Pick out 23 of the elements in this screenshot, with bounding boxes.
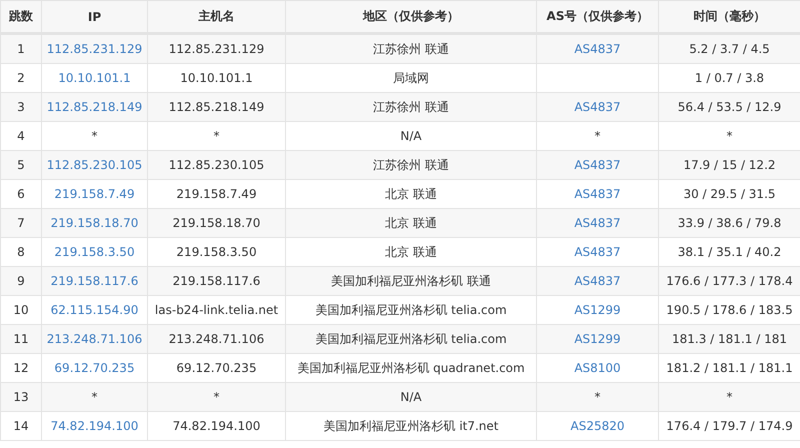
as-link[interactable]: AS4837 bbox=[574, 42, 621, 56]
as-link[interactable]: AS4837 bbox=[574, 216, 621, 230]
as-text: * bbox=[594, 129, 600, 143]
column-header: IP bbox=[42, 0, 148, 34]
as-link[interactable]: AS4837 bbox=[574, 187, 621, 201]
column-header: 主机名 bbox=[148, 0, 286, 34]
as-link[interactable]: AS4837 bbox=[574, 100, 621, 114]
ip-text: * bbox=[92, 390, 98, 404]
as-link[interactable]: AS4837 bbox=[574, 158, 621, 172]
table-cell: 美国加利福尼亚州洛杉矶 it7.net bbox=[286, 412, 536, 440]
as-link[interactable]: AS4837 bbox=[574, 245, 621, 259]
table-cell: 14 bbox=[0, 412, 42, 440]
as-text: * bbox=[594, 390, 600, 404]
as-link[interactable]: AS1299 bbox=[574, 332, 621, 346]
as-link[interactable]: AS8100 bbox=[574, 361, 621, 375]
ip-text: * bbox=[92, 129, 98, 143]
column-header: 地区（仅供参考） bbox=[286, 0, 536, 34]
column-header: 跳数 bbox=[0, 0, 42, 34]
column-header: AS号（仅供参考） bbox=[536, 0, 658, 34]
as-link[interactable]: AS4837 bbox=[574, 274, 621, 288]
as-link[interactable]: AS1299 bbox=[574, 303, 621, 317]
table-cell: 74.82.194.100 bbox=[148, 412, 286, 440]
column-header: 时间（毫秒） bbox=[658, 0, 800, 34]
